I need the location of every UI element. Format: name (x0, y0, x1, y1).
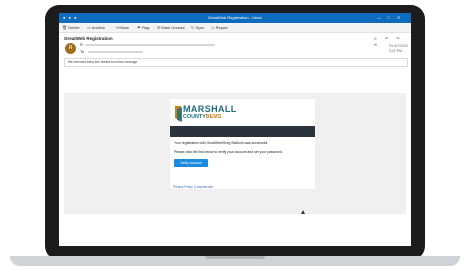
delete-label: Delete (68, 25, 80, 30)
report-button[interactable]: ⚠Report (211, 24, 228, 31)
trash-icon: 🗑 (62, 25, 68, 30)
info-bar-text: We removed extra line breaks from this m… (68, 60, 139, 64)
logo-subtitle-b: BEMS (205, 114, 222, 120)
maximize-button[interactable]: □ (387, 15, 389, 21)
report-label: Report (215, 25, 228, 30)
banner (170, 126, 315, 137)
logo-title: MARSHALL (183, 104, 237, 114)
sender-name[interactable]: R (80, 42, 83, 47)
sync-icon: ↻ (191, 25, 195, 30)
info-bar: We removed extra line breaks from this m… (64, 58, 408, 67)
recipient-redacted (88, 51, 143, 53)
mouse-cursor (301, 210, 305, 214)
to-label: To (80, 49, 85, 54)
logo-subtitle-a: COUNTY (183, 114, 206, 120)
screen: ● ● ● GreatWeb Registration - Inbox — □ … (59, 13, 411, 246)
email-subject: GreatWeb Registration (64, 36, 113, 41)
sender-redacted (85, 44, 215, 46)
email-date: Fri 6/7/2024 3:22 PM (389, 44, 408, 53)
message-line-1: Your registration with GreatWeb/Greg Sta… (174, 141, 269, 145)
title-bar: ● ● ● GreatWeb Registration - Inbox — □ … (59, 13, 411, 23)
minimize-button[interactable]: — (377, 15, 381, 21)
laptop-notch (205, 256, 265, 259)
sync-button[interactable]: ↻Sync (191, 24, 204, 31)
flag-icon: ⚑ (137, 25, 141, 30)
sync-label: Sync (195, 25, 205, 30)
privacy-link[interactable]: Privacy Policy | Unsubscribe (173, 185, 213, 190)
delete-button[interactable]: 🗑Delete (62, 24, 80, 31)
archive-label: Archive (91, 25, 106, 30)
mark-unread-button[interactable]: ✉Mark Unread (157, 24, 184, 31)
mark-unread-label: Mark Unread (161, 25, 185, 30)
flag-label: Flag (141, 25, 150, 30)
message-line-2: Please click the link below to verify yo… (174, 150, 283, 154)
toolbar: 🗑Delete ▭Archive ⇥Move ⚑Flag ✉Mark Unrea… (59, 23, 411, 33)
close-button[interactable]: ✕ (397, 15, 400, 21)
archive-button[interactable]: ▭Archive (87, 24, 105, 31)
window-title: GreatWeb Registration - Inbox (208, 15, 262, 20)
mail-icon: ✉ (157, 25, 161, 30)
flag-button[interactable]: ⚑Flag (137, 24, 149, 31)
logo-subtitle: COUNTYBEMS (183, 114, 221, 121)
move-label: Move (119, 25, 130, 30)
verify-account-button[interactable]: Verify Account (174, 159, 208, 167)
avatar: R (65, 43, 76, 54)
report-icon: ⚠ (211, 25, 215, 30)
move-icon: ⇥ (115, 25, 119, 30)
archive-icon: ▭ (87, 25, 91, 30)
move-button[interactable]: ⇥Move (115, 24, 129, 31)
